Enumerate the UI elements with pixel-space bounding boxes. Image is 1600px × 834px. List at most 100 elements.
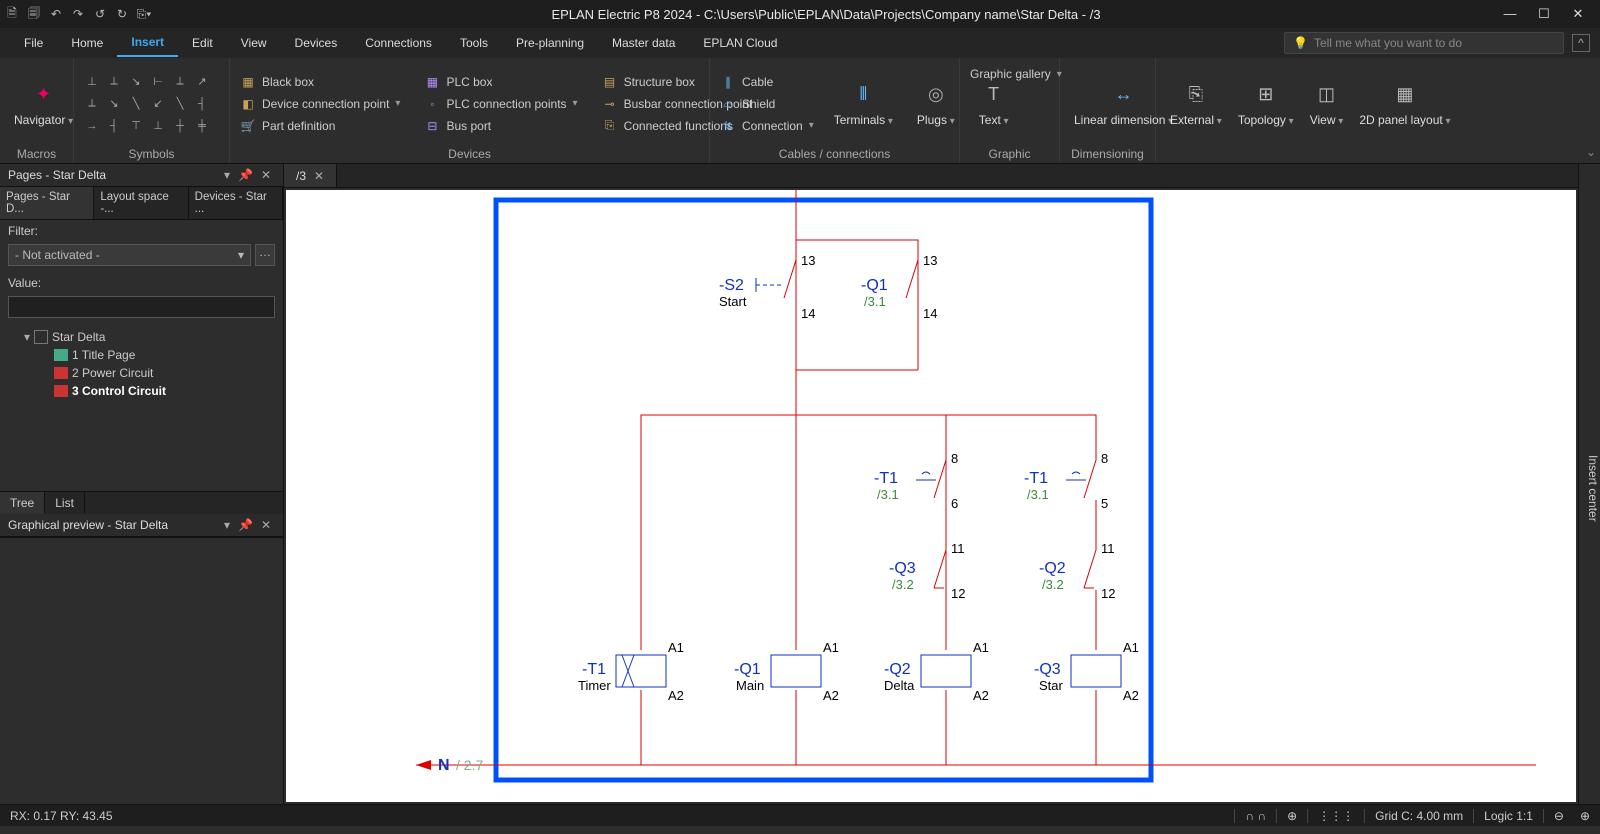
svg-text:Star: Star	[1039, 678, 1064, 693]
svg-text:12: 12	[1101, 586, 1115, 601]
svg-text:A2: A2	[1123, 688, 1139, 703]
list-tab[interactable]: List	[45, 492, 85, 514]
panel-tab-devices[interactable]: Devices - Star ...	[189, 187, 283, 219]
svg-text:Timer: Timer	[578, 678, 611, 693]
ribbon-expand-icon[interactable]: ⌄	[1582, 141, 1600, 163]
svg-text:/3.2: /3.2	[1042, 577, 1064, 592]
part-def-button[interactable]: 🛒Part definition	[238, 117, 402, 135]
menu-preplanning[interactable]: Pre-planning	[502, 30, 598, 56]
panel-tab-pages[interactable]: Pages - Star D...	[0, 187, 94, 219]
pages-panel-header: Pages - Star Delta ▾ 📌 ✕	[0, 164, 283, 187]
symbols-grid[interactable]: ⊥⟂↘⊢⟂↗ ⟂↘╲↙╲┤ →┤⊤⊥┼╪	[82, 72, 212, 136]
panel-tab-layout[interactable]: Layout space -...	[94, 187, 188, 219]
menu-masterdata[interactable]: Master data	[598, 30, 689, 56]
menu-devices[interactable]: Devices	[281, 30, 352, 56]
panel-icon: ▦	[1391, 81, 1419, 109]
ribbon-collapse-button[interactable]: ^	[1572, 34, 1590, 52]
shield-button[interactable]: ⌓Shield	[718, 95, 816, 113]
maximize-button[interactable]: ☐	[1534, 6, 1554, 22]
svg-text:11: 11	[951, 541, 965, 556]
svg-text:-Q2: -Q2	[884, 661, 911, 678]
panel-pin-icon[interactable]: 📌	[234, 168, 257, 182]
view-button[interactable]: ◫View	[1304, 79, 1350, 129]
group-cables: Cables / connections	[718, 145, 951, 161]
tree-tab[interactable]: Tree	[0, 492, 45, 514]
status-zoom-out-icon[interactable]: ⊖	[1543, 809, 1574, 823]
svg-text:A1: A1	[668, 640, 684, 655]
window-title: EPLAN Electric P8 2024 - C:\Users\Public…	[152, 7, 1500, 22]
cable-button[interactable]: ∥Cable	[718, 73, 816, 91]
svg-text:-Q1: -Q1	[861, 277, 888, 294]
status-snap-icon[interactable]: ∩ ∩	[1234, 809, 1276, 823]
panel-button[interactable]: ▦2D panel layout	[1353, 79, 1456, 129]
svg-text:A2: A2	[668, 688, 684, 703]
tab-close-icon[interactable]: ✕	[314, 169, 324, 183]
drawing-canvas[interactable]: N / 2.7 13 14 -S2 Start 13 14 -Q	[286, 190, 1576, 802]
svg-text:11: 11	[1101, 541, 1115, 556]
close-button[interactable]: ✕	[1568, 6, 1588, 22]
status-target-icon[interactable]: ⊕	[1276, 809, 1307, 823]
preview-close-icon[interactable]: ✕	[257, 518, 275, 532]
svg-text:/3.1: /3.1	[877, 487, 899, 502]
doc-tab[interactable]: /3✕	[284, 164, 337, 187]
svg-text:-T1: -T1	[874, 470, 898, 487]
topology-icon: ⊞	[1252, 81, 1280, 109]
qat-misc-icon[interactable]: ⎘▾	[136, 6, 152, 22]
device-conn-button[interactable]: ◧Device connection point	[238, 95, 402, 113]
menu-edit[interactable]: Edit	[178, 30, 227, 56]
black-box-button[interactable]: ▦Black box	[238, 73, 402, 91]
svg-text:Start: Start	[719, 294, 747, 309]
plugs-button[interactable]: ◎Plugs	[911, 79, 961, 129]
qat-undo-icon[interactable]: ↶	[48, 6, 64, 22]
svg-text:-Q3: -Q3	[889, 560, 916, 577]
status-zoom-in-icon[interactable]: ⊕	[1574, 809, 1590, 823]
qat-new-icon[interactable]: 🗎	[4, 6, 20, 22]
qat-fwd-icon[interactable]: ↻	[114, 6, 130, 22]
menu-home[interactable]: Home	[57, 30, 117, 56]
menu-view[interactable]: View	[227, 30, 281, 56]
navigator-icon: ✦	[30, 81, 58, 109]
qat-back-icon[interactable]: ↺	[92, 6, 108, 22]
status-grid-icon[interactable]: ⋮⋮⋮	[1307, 809, 1364, 823]
menu-eplancloud[interactable]: EPLAN Cloud	[689, 30, 791, 56]
svg-text:N: N	[438, 757, 450, 774]
insert-center-panel[interactable]: Insert center	[1578, 164, 1600, 804]
svg-text:A2: A2	[823, 688, 839, 703]
preview-dropdown-icon[interactable]: ▾	[220, 518, 234, 532]
svg-text:A2: A2	[973, 688, 989, 703]
minimize-button[interactable]: —	[1500, 6, 1520, 22]
tree-page-1[interactable]: 1 Title Page	[4, 346, 279, 364]
svg-text:-Q1: -Q1	[734, 661, 761, 678]
pages-tree[interactable]: ▾Star Delta 1 Title Page 2 Power Circuit…	[0, 324, 283, 491]
external-icon: ⎘	[1182, 81, 1210, 109]
preview-panel-header: Graphical preview - Star Delta ▾ 📌 ✕	[0, 514, 283, 537]
tree-page-3[interactable]: 3 Control Circuit	[4, 382, 279, 400]
qat-redo-icon[interactable]: ↷	[70, 6, 86, 22]
menu-insert[interactable]: Insert	[117, 29, 178, 57]
connection-button[interactable]: ↯Connection	[718, 117, 816, 135]
panel-dropdown-icon[interactable]: ▾	[220, 168, 234, 182]
ribbon-search[interactable]: 💡 Tell me what you want to do	[1284, 32, 1564, 54]
external-button[interactable]: ⎘External	[1164, 79, 1228, 129]
search-placeholder: Tell me what you want to do	[1314, 36, 1462, 50]
tree-page-2[interactable]: 2 Power Circuit	[4, 364, 279, 382]
panel-close-icon[interactable]: ✕	[257, 168, 275, 182]
bus-port-button[interactable]: ⊟Bus port	[422, 117, 579, 135]
group-symbols: Symbols	[82, 145, 221, 161]
tree-root[interactable]: ▾Star Delta	[4, 328, 279, 346]
menu-connections[interactable]: Connections	[351, 30, 446, 56]
plc-box-button[interactable]: ▦PLC box	[422, 73, 579, 91]
value-input[interactable]	[8, 296, 275, 318]
qat-copy-icon[interactable]: 🗐	[26, 6, 42, 22]
preview-pin-icon[interactable]: 📌	[234, 518, 257, 532]
menu-file[interactable]: File	[10, 30, 57, 56]
plc-conn-button[interactable]: ◦PLC connection points	[422, 95, 579, 113]
svg-text:13: 13	[801, 253, 815, 268]
topology-button[interactable]: ⊞Topology	[1232, 79, 1300, 129]
navigator-button[interactable]: ✦ Navigator	[8, 79, 79, 129]
graphic-gallery-button[interactable]: Graphic gallery	[968, 66, 1064, 82]
filter-dropdown[interactable]: - Not activated -▾	[8, 244, 251, 266]
terminals-button[interactable]: ⦀Terminals	[828, 79, 899, 129]
filter-browse-button[interactable]: …	[255, 244, 275, 266]
menu-tools[interactable]: Tools	[446, 30, 502, 56]
